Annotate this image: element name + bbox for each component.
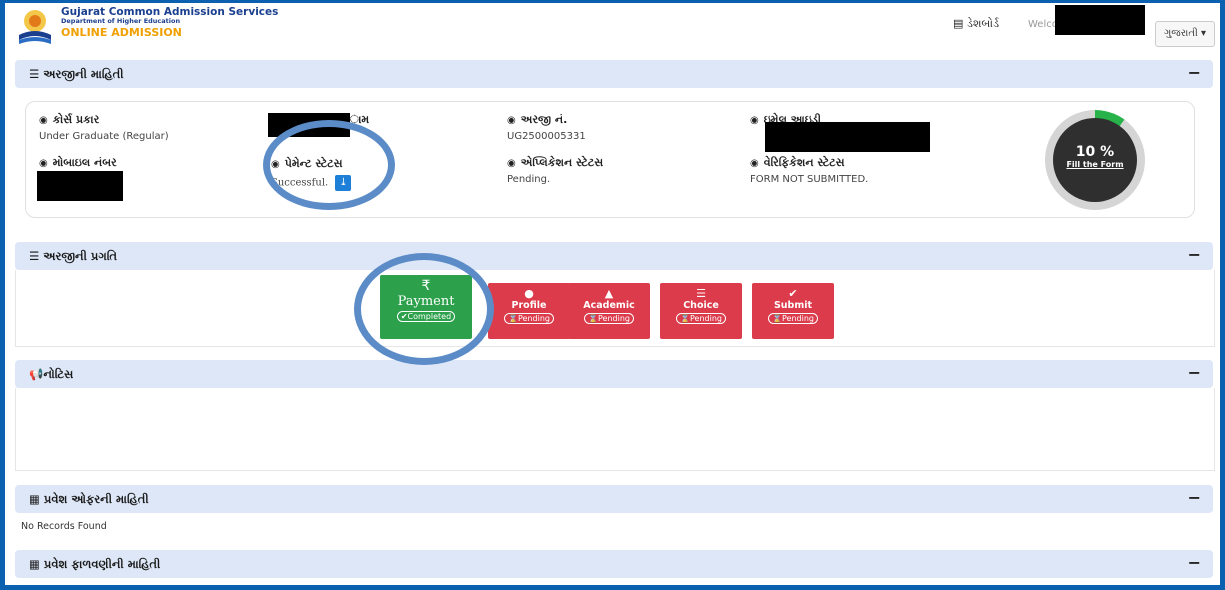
- section-header-application-info[interactable]: ☰ અરજીની માહિતી −: [15, 60, 1213, 88]
- progress-ring: 10 % Fill the Form: [1045, 110, 1145, 210]
- step-academic[interactable]: ▲ Academic ⌛Pending: [568, 283, 650, 339]
- hourglass-icon: ⌛: [680, 314, 690, 323]
- notice-body: [15, 388, 1215, 471]
- collapse-icon[interactable]: −: [1188, 63, 1201, 82]
- user-circle-icon: ◉: [507, 115, 516, 126]
- progress-center: 10 % Fill the Form: [1053, 118, 1137, 202]
- no-records-text: No Records Found: [21, 521, 107, 532]
- list-icon: ☰: [29, 249, 44, 263]
- user-circle-icon: ◉: [507, 158, 516, 169]
- collapse-icon[interactable]: −: [1188, 245, 1201, 264]
- course-type-field: ◉ કોર્સ પ્રકાર Under Graduate (Regular): [39, 113, 169, 142]
- collapse-icon[interactable]: −: [1188, 488, 1201, 507]
- redacted-user-name: [1055, 5, 1145, 35]
- download-receipt-button[interactable]: ⤓: [335, 175, 352, 191]
- step-submit[interactable]: ✔ Submit ⌛Pending: [752, 283, 834, 339]
- verification-status-value: FORM NOT SUBMITTED.: [750, 174, 869, 185]
- application-info-card: [25, 101, 1195, 218]
- user-icon: ●: [524, 287, 534, 300]
- payment-status-value: Successful.: [271, 177, 329, 189]
- step-profile[interactable]: ● Profile ⌛Pending: [488, 283, 570, 339]
- hourglass-icon: ⌛: [508, 314, 518, 323]
- collapse-icon[interactable]: −: [1188, 363, 1201, 382]
- collapse-icon[interactable]: −: [1188, 553, 1201, 572]
- step-choice[interactable]: ☰ Choice ⌛Pending: [660, 283, 742, 339]
- section-title: ☰ અરજીની પ્રગતિ: [29, 249, 117, 263]
- section-title: 📢નોટિસ: [29, 367, 74, 381]
- user-circle-icon: ◉: [39, 115, 48, 126]
- megaphone-icon: 📢: [29, 367, 44, 381]
- user-circle-icon: ◉: [750, 115, 759, 126]
- application-no-field: ◉ અરજી નં. UG2500005331: [507, 113, 586, 142]
- step-name: Choice: [683, 300, 719, 311]
- section-title: ▦ પ્રવેશ ઓફરની માહિતી: [29, 492, 149, 506]
- redacted-email: [765, 122, 930, 152]
- section-header-notice[interactable]: 📢નોટિસ −: [15, 360, 1213, 388]
- language-select[interactable]: ગુજરાતી ▾: [1155, 21, 1215, 47]
- building-icon: ▦: [29, 557, 44, 571]
- step-name: Academic: [583, 300, 635, 311]
- step-status: ✔Completed: [396, 311, 456, 322]
- step-status: ⌛Pending: [768, 313, 818, 324]
- redacted-mobile: [37, 171, 123, 201]
- mobile-field: ◉ મોબાઇલ નંબર: [39, 156, 117, 169]
- list-icon: ☰: [29, 67, 44, 81]
- brand-subtitle: Department of Higher Education: [61, 17, 181, 26]
- course-type-value: Under Graduate (Regular): [39, 131, 169, 142]
- section-title: ▦ પ્રવેશ ફાળવણીની માહિતી: [29, 557, 161, 571]
- progress-percent: 10 %: [1075, 144, 1115, 160]
- welcome-text[interactable]: Welco: [1028, 19, 1058, 30]
- check-icon: ✔: [788, 287, 798, 300]
- application-no-value: UG2500005331: [507, 131, 586, 142]
- graduation-cap-icon: ▲: [604, 287, 614, 300]
- verification-status-field: ◉ વેરિફિકેશન સ્ટેટસ FORM NOT SUBMITTED.: [750, 156, 869, 185]
- step-payment[interactable]: ₹ Payment ✔Completed: [380, 275, 472, 339]
- dashboard-link[interactable]: ▤ ડેશબોર્ડ: [953, 17, 999, 31]
- building-icon: ▦: [29, 492, 44, 506]
- step-status: ⌛Pending: [504, 313, 554, 324]
- chart-icon: ▤: [953, 17, 964, 30]
- step-status: ⌛Pending: [676, 313, 726, 324]
- step-status: ⌛Pending: [584, 313, 634, 324]
- gcas-logo: [19, 10, 51, 44]
- list-icon: ☰: [696, 287, 706, 300]
- dashboard-label: ડેશબોર્ડ: [966, 17, 1000, 30]
- section-header-admission-allotment[interactable]: ▦ પ્રવેશ ફાળવણીની માહિતી −: [15, 550, 1213, 578]
- redacted-name: [268, 113, 350, 137]
- payment-status-field: ◉ પેમેન્ટ સ્ટેટસ Successful. ⤓: [271, 157, 352, 191]
- section-header-progress[interactable]: ☰ અરજીની પ્રગતિ −: [15, 242, 1213, 270]
- name-field: ામ: [350, 113, 370, 126]
- application-status-field: ◉ એપ્લિકેશન સ્ટેટસ Pending.: [507, 156, 604, 185]
- user-circle-icon: ◉: [271, 159, 280, 170]
- user-circle-icon: ◉: [39, 158, 48, 169]
- brand-block: Gujarat Common Admission Services Depart…: [61, 6, 278, 39]
- download-icon: ⤓: [339, 177, 348, 188]
- top-navbar: Gujarat Common Admission Services Depart…: [5, 3, 1220, 53]
- step-name: Profile: [511, 300, 547, 311]
- step-name: Submit: [773, 300, 813, 311]
- section-title: ☰ અરજીની માહિતી: [29, 67, 124, 81]
- section-header-admission-offer[interactable]: ▦ પ્રવેશ ઓફરની માહિતી −: [15, 485, 1213, 513]
- rupee-icon: ₹: [421, 278, 431, 294]
- brand-online-admission: ONLINE ADMISSION: [61, 25, 182, 39]
- hourglass-icon: ⌛: [772, 314, 782, 323]
- app-frame: Gujarat Common Admission Services Depart…: [5, 3, 1220, 585]
- application-status-value: Pending.: [507, 174, 551, 185]
- fill-form-link[interactable]: Fill the Form: [1053, 160, 1137, 169]
- hourglass-icon: ⌛: [588, 314, 598, 323]
- check-circle-icon: ✔: [400, 312, 408, 321]
- user-circle-icon: ◉: [750, 158, 759, 169]
- step-name: Payment: [397, 294, 455, 309]
